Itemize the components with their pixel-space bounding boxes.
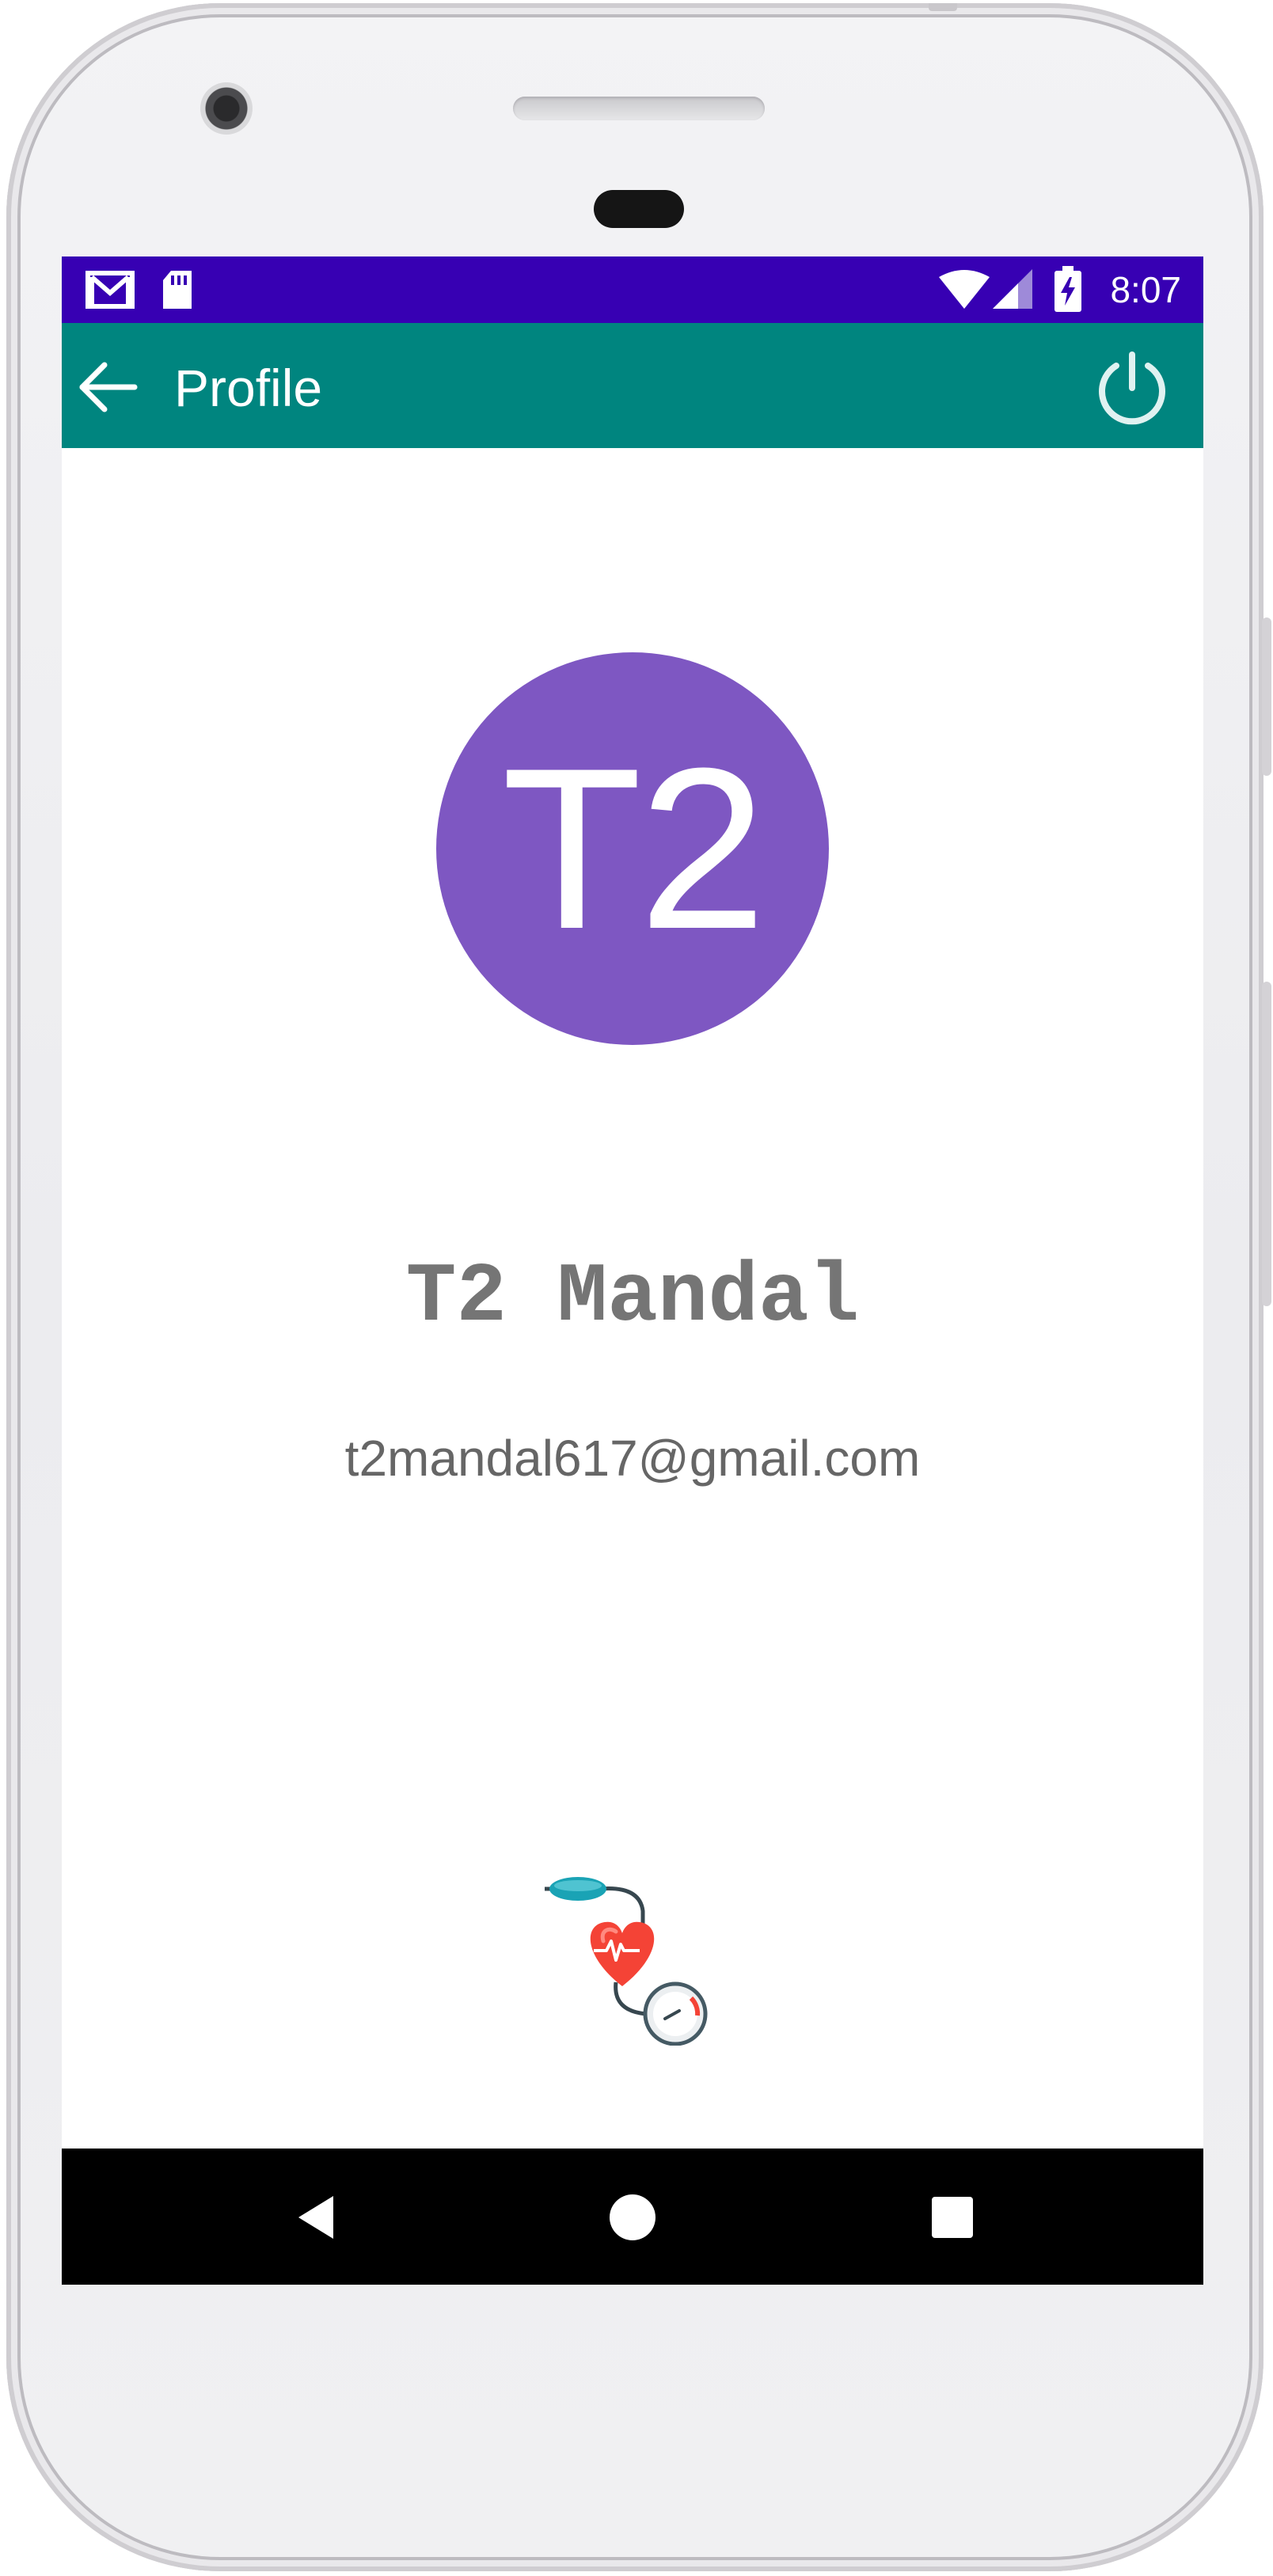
logout-button[interactable]	[1092, 348, 1172, 427]
gmail-icon	[86, 269, 135, 314]
back-button[interactable]	[73, 351, 144, 423]
blood-pressure-heart-icon	[545, 1871, 719, 2046]
power-icon	[1099, 351, 1165, 425]
earpiece-speaker	[513, 97, 765, 120]
phone-power-key	[1262, 617, 1271, 776]
profile-avatar: T2	[436, 652, 829, 1045]
recents-square-icon[interactable]	[923, 2188, 982, 2247]
arrow-left-icon	[79, 362, 138, 412]
phone-top-edge	[929, 3, 957, 11]
app-bar: Profile	[62, 323, 1203, 448]
status-bar: 8:07	[62, 256, 1203, 323]
proximity-sensor	[594, 190, 684, 228]
wifi-icon	[939, 269, 990, 314]
system-nav-bar	[62, 2149, 1203, 2285]
status-clock: 8:07	[1110, 269, 1181, 310]
sd-card-icon	[160, 269, 195, 314]
phone-volume-keys	[1262, 982, 1271, 1306]
profile-email: t2mandal617@gmail.com	[344, 1430, 921, 1487]
avatar-initials: T2	[501, 720, 766, 977]
battery-charging-icon	[1054, 266, 1081, 316]
back-triangle-icon[interactable]	[287, 2188, 346, 2247]
app-screen: 8:07 Profile T2 T2 Mandal t2mandal617@gm…	[62, 256, 1203, 2285]
profile-name: T2 Mandal	[405, 1250, 860, 1345]
front-camera	[200, 82, 253, 135]
home-circle-icon[interactable]	[603, 2188, 662, 2247]
page-title: Profile	[174, 359, 323, 417]
cell-signal-icon	[993, 269, 1034, 314]
